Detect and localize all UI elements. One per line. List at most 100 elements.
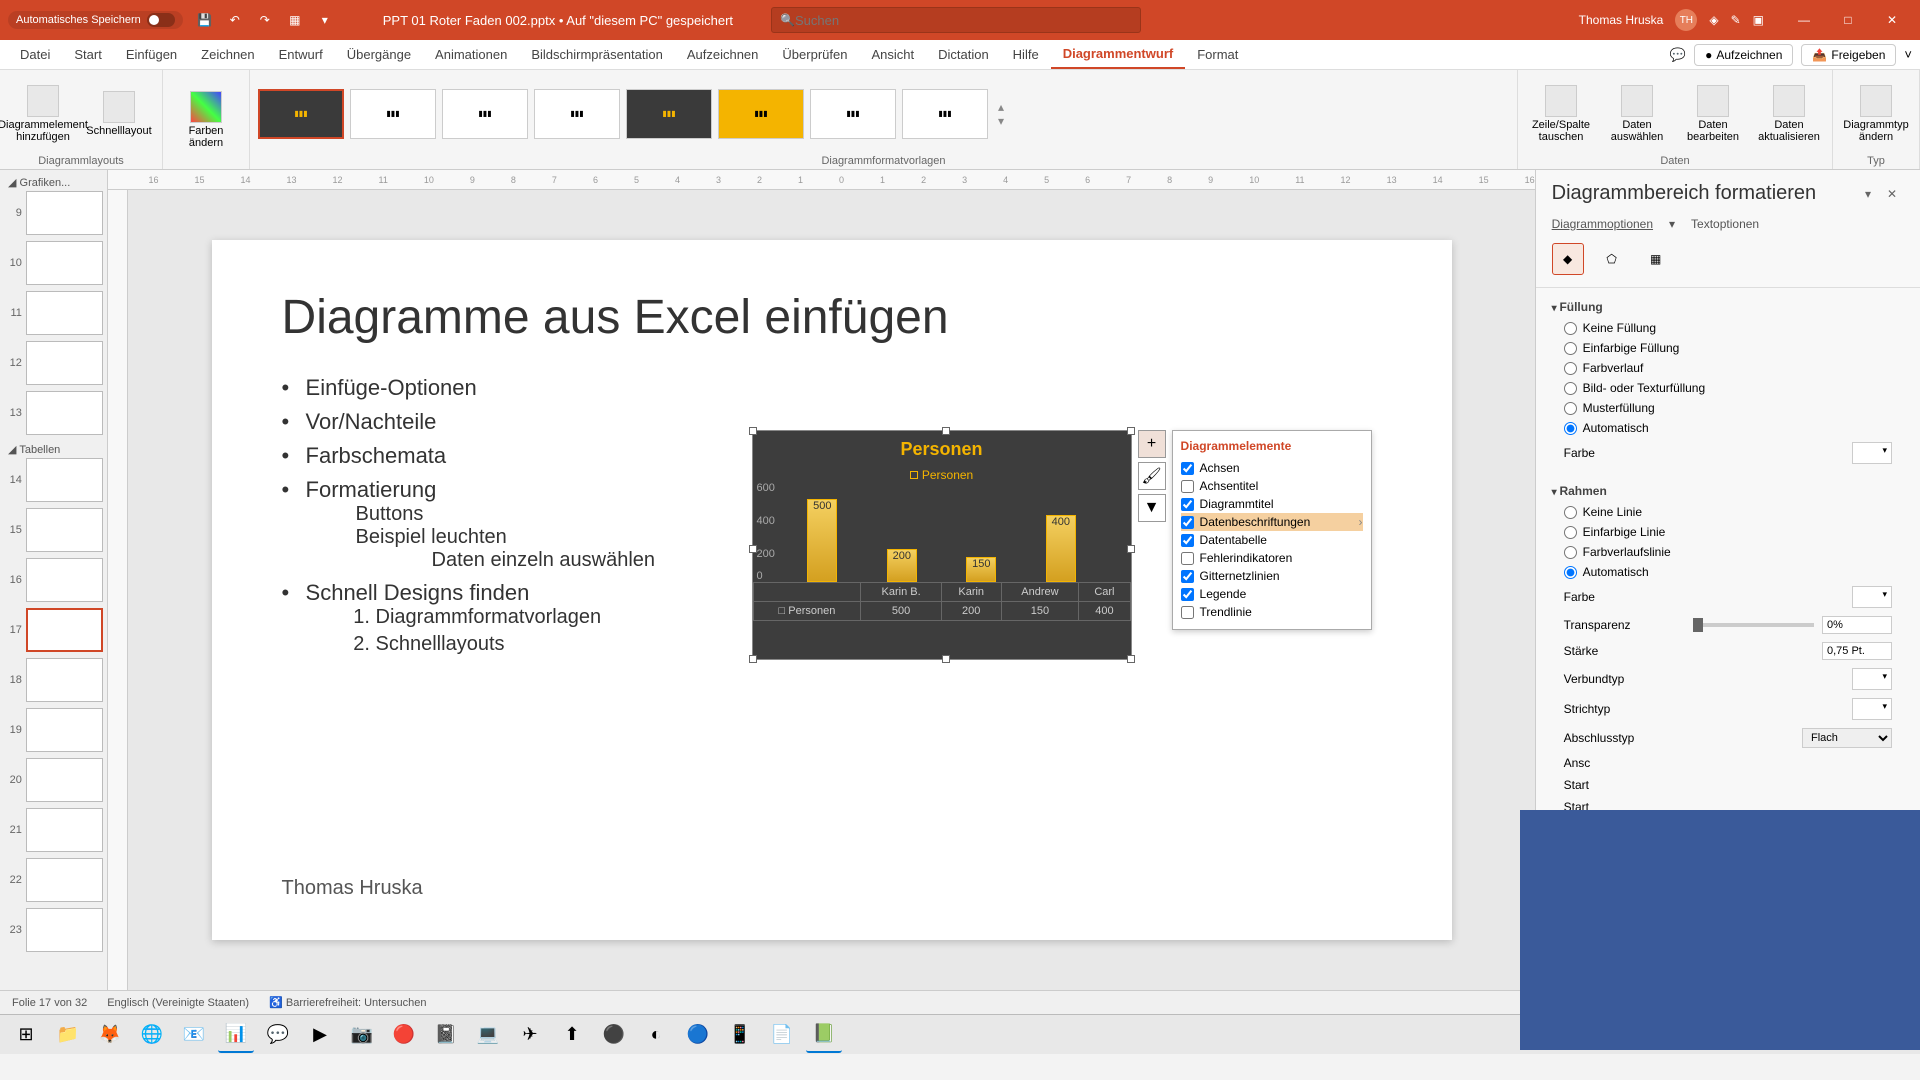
chart-bar[interactable]: 150 xyxy=(966,557,996,582)
chart-title[interactable]: Personen xyxy=(753,431,1131,468)
horizontal-ruler[interactable]: 1615141312111098765432101234567891011121… xyxy=(108,170,1534,190)
fill-gradient[interactable]: Farbverlauf xyxy=(1552,358,1904,378)
app-icon-4[interactable]: ⬆ xyxy=(554,1017,590,1053)
slide[interactable]: Diagramme aus Excel einfügen Einfüge-Opt… xyxy=(212,240,1452,940)
chart-object[interactable]: Personen Personen 600 400 200 0 500 200 … xyxy=(752,430,1132,660)
tab-insert[interactable]: Einfügen xyxy=(114,40,189,69)
subtab-chart-options[interactable]: Diagrammoptionen xyxy=(1552,217,1653,231)
border-gradient[interactable]: Farbverlaufslinie xyxy=(1552,542,1904,562)
fill-pattern[interactable]: Musterfüllung xyxy=(1552,398,1904,418)
slide-thumb-16[interactable] xyxy=(26,558,104,602)
change-colors-button[interactable]: Farben ändern xyxy=(171,91,241,149)
chart-elem-axes[interactable]: Achsen xyxy=(1181,459,1363,477)
style-gallery-more[interactable]: ▴▾ xyxy=(994,100,1008,128)
app-icon-2[interactable]: 📷 xyxy=(344,1017,380,1053)
border-solid[interactable]: Einfarbige Linie xyxy=(1552,522,1904,542)
slide-thumb-15[interactable] xyxy=(26,508,104,552)
excel-icon[interactable]: 📗 xyxy=(806,1017,842,1053)
language-indicator[interactable]: Englisch (Vereinigte Staaten) xyxy=(107,997,249,1009)
chart-style-4[interactable]: ▮▮▮ xyxy=(534,89,620,139)
section-border[interactable]: Rahmen xyxy=(1552,480,1904,502)
username[interactable]: Thomas Hruska xyxy=(1579,13,1664,27)
select-data-button[interactable]: Daten auswählen xyxy=(1602,85,1672,143)
slide-thumb-22[interactable] xyxy=(26,858,104,902)
section-header-graphics[interactable]: ◢ Grafiken... xyxy=(4,174,103,191)
edit-data-button[interactable]: Daten bearbeiten xyxy=(1678,85,1748,143)
dash-type-picker[interactable] xyxy=(1852,698,1892,720)
chart-data-table[interactable]: Karin B.KarinAndrewCarl □ Personen500200… xyxy=(753,582,1131,621)
border-width-input[interactable] xyxy=(1822,642,1892,660)
add-chart-element-button[interactable]: Diagrammelement hinzufügen xyxy=(8,85,78,143)
transparency-slider[interactable] xyxy=(1693,623,1814,627)
cap-type-select[interactable]: Flach xyxy=(1802,728,1892,748)
toggle-switch[interactable] xyxy=(147,13,175,27)
fill-solid[interactable]: Einfarbige Füllung xyxy=(1552,338,1904,358)
chart-style-2[interactable]: ▮▮▮ xyxy=(350,89,436,139)
tab-file[interactable]: Datei xyxy=(8,40,62,69)
share-button[interactable]: 📤 Freigeben xyxy=(1801,44,1896,66)
chart-style-6[interactable]: ▮▮▮ xyxy=(718,89,804,139)
chart-elem-chart-title[interactable]: Diagrammtitel xyxy=(1181,495,1363,513)
format-pane-dropdown-icon[interactable]: ▾ xyxy=(1856,187,1880,201)
comments-icon[interactable]: 💬 xyxy=(1670,47,1686,63)
obs-icon[interactable]: ⚫ xyxy=(596,1017,632,1053)
border-auto[interactable]: Automatisch xyxy=(1552,562,1904,582)
search-input[interactable] xyxy=(795,13,1132,28)
chart-style-3[interactable]: ▮▮▮ xyxy=(442,89,528,139)
app-icon-6[interactable]: 🔵 xyxy=(680,1017,716,1053)
app-icon-5[interactable]: ◐ xyxy=(638,1017,674,1053)
app-icon[interactable]: 💬 xyxy=(260,1017,296,1053)
tab-animations[interactable]: Animationen xyxy=(423,40,519,69)
start-show-icon[interactable]: ▦ xyxy=(285,10,305,30)
chart-elem-trendline[interactable]: Trendlinie xyxy=(1181,603,1363,621)
slide-thumb-17[interactable] xyxy=(26,608,104,652)
slide-thumb-18[interactable] xyxy=(26,658,104,702)
fill-picture[interactable]: Bild- oder Texturfüllung xyxy=(1552,378,1904,398)
effects-icon[interactable]: ⬠ xyxy=(1596,243,1628,275)
tab-format[interactable]: Format xyxy=(1185,40,1250,69)
transparency-input[interactable] xyxy=(1822,616,1892,634)
chart-style-1[interactable]: ▮▮▮ xyxy=(258,89,344,139)
start-button[interactable]: ⊞ xyxy=(8,1017,44,1053)
app-icon-3[interactable]: 🔴 xyxy=(386,1017,422,1053)
slide-thumb-14[interactable] xyxy=(26,458,104,502)
chart-style-7[interactable]: ▮▮▮ xyxy=(810,89,896,139)
tab-design[interactable]: Entwurf xyxy=(267,40,335,69)
section-fill[interactable]: Füllung xyxy=(1552,296,1904,318)
slide-thumb-9[interactable] xyxy=(26,191,104,235)
app-icon-7[interactable]: 📱 xyxy=(722,1017,758,1053)
border-none[interactable]: Keine Linie xyxy=(1552,502,1904,522)
document-title[interactable]: PPT 01 Roter Faden 002.pptx • Auf "diese… xyxy=(383,13,733,28)
chart-styles-flyout-button[interactable]: 🖌 xyxy=(1138,462,1166,490)
qat-more-icon[interactable]: ▾ xyxy=(315,10,335,30)
slide-thumbnails-panel[interactable]: ◢ Grafiken... 9 10 11 12 13 ◢ Tabellen 1… xyxy=(0,170,108,990)
fill-color-picker[interactable] xyxy=(1852,442,1892,464)
undo-icon[interactable]: ↶ xyxy=(225,10,245,30)
close-button[interactable]: ✕ xyxy=(1872,6,1912,34)
outlook-icon[interactable]: 📧 xyxy=(176,1017,212,1053)
slide-thumb-21[interactable] xyxy=(26,808,104,852)
switch-row-col-button[interactable]: Zeile/Spalte tauschen xyxy=(1526,85,1596,143)
tab-review[interactable]: Überprüfen xyxy=(770,40,859,69)
vscode-icon[interactable]: 💻 xyxy=(470,1017,506,1053)
slide-counter[interactable]: Folie 17 von 32 xyxy=(12,997,87,1009)
minimize-button[interactable]: — xyxy=(1784,6,1824,34)
fill-none[interactable]: Keine Füllung xyxy=(1552,318,1904,338)
save-icon[interactable]: 💾 xyxy=(195,10,215,30)
chart-style-8[interactable]: ▮▮▮ xyxy=(902,89,988,139)
vlc-icon[interactable]: ▶ xyxy=(302,1017,338,1053)
ribbon-collapse-icon[interactable]: ˅ xyxy=(1904,47,1912,62)
slide-thumb-10[interactable] xyxy=(26,241,104,285)
chart-elem-error-bars[interactable]: Fehlerindikatoren xyxy=(1181,549,1363,567)
size-props-icon[interactable]: ▦ xyxy=(1640,243,1672,275)
tab-dictation[interactable]: Dictation xyxy=(926,40,1001,69)
section-header-tables[interactable]: ◢ Tabellen xyxy=(4,441,103,458)
coming-soon-icon[interactable]: ◈ xyxy=(1709,13,1718,27)
redo-icon[interactable]: ↷ xyxy=(255,10,275,30)
file-explorer-icon[interactable]: 📁 xyxy=(50,1017,86,1053)
format-pane-close-icon[interactable]: ✕ xyxy=(1880,187,1904,201)
telegram-icon[interactable]: ✈ xyxy=(512,1017,548,1053)
slide-thumb-12[interactable] xyxy=(26,341,104,385)
chart-plot-area[interactable]: 600 400 200 0 500 200 150 400 xyxy=(753,482,1131,582)
refresh-data-button[interactable]: Daten aktualisieren xyxy=(1754,85,1824,143)
